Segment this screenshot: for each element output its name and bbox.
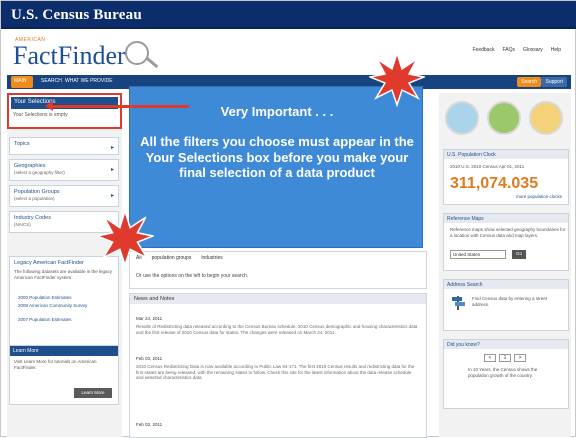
search-filter-panel: All population groups industries Or use … xyxy=(129,251,427,289)
reference-maps-title: Reference Maps xyxy=(444,214,568,223)
learn-more-button[interactable]: Learn More xyxy=(74,388,112,398)
census-bureau-brand[interactable]: U.S. Census Bureau xyxy=(11,7,142,24)
arrow-left-icon xyxy=(45,101,53,111)
pointer-arrow-line xyxy=(51,105,189,108)
legacy-factfinder-panel: Legacy American FactFinder The following… xyxy=(9,256,119,358)
factfinder-header: AMERICAN FactFinder Feedback FAQs Glossa… xyxy=(7,33,571,73)
right-sidebar: U.S. Population Clock 2010 U.S. 2010 Cen… xyxy=(439,93,571,437)
news-text-1: Results of Redistricting data released a… xyxy=(136,324,418,335)
filter-help-text: Or use the options on the left to begin … xyxy=(136,273,249,279)
carousel-prev-button[interactable]: < xyxy=(484,354,496,362)
reference-maps-panel: Reference Maps Reference maps show selec… xyxy=(443,213,569,271)
your-selections-empty: Your Selections is empty xyxy=(13,112,68,118)
legacy-title: Legacy American FactFinder xyxy=(14,260,85,266)
geographies-panel[interactable]: Geographies (select a geography filter) … xyxy=(9,159,119,181)
filter-option-population[interactable]: population groups xyxy=(152,255,192,261)
address-search-text[interactable]: Find Census data by entering a street ad… xyxy=(472,296,562,307)
your-selections-box: Your Selections Your Selections is empty xyxy=(7,93,122,129)
news-date-3: Feb 03, 2011 xyxy=(136,422,163,427)
geographies-title: Geographies xyxy=(14,163,46,169)
legacy-text: The following datasets are available in … xyxy=(14,269,113,280)
legacy-link-3[interactable]: 2007 Population Estimates xyxy=(18,317,72,322)
did-you-know-title: Did you know? xyxy=(444,340,568,349)
population-number: 311,074.035 xyxy=(450,175,539,192)
signpost-icon xyxy=(452,296,465,310)
topics-panel[interactable]: Topics ▸ xyxy=(9,137,119,155)
chevron-right-icon: ▸ xyxy=(110,193,114,199)
carousel-page-button[interactable]: 1 xyxy=(499,354,511,362)
geographies-sub: (select a geography filter) xyxy=(14,170,65,175)
sun-icon[interactable] xyxy=(529,101,563,135)
faqs-link[interactable]: FAQs xyxy=(502,47,515,53)
address-search-title: Address Search xyxy=(444,280,568,289)
globe-icon[interactable] xyxy=(445,101,479,135)
news-text-2: 2010 Census Redistricting Data is now av… xyxy=(136,364,415,380)
feedback-link[interactable]: Feedback xyxy=(472,47,494,53)
help-link[interactable]: Help xyxy=(551,47,561,53)
news-date-2: Feb 03, 2011 xyxy=(136,356,163,361)
industry-codes-title: Industry Codes xyxy=(14,215,51,221)
support-button[interactable]: Support xyxy=(541,77,567,87)
population-clock-text: 2010 U.S. 2010 Census Apr 01, 2011 xyxy=(450,164,525,169)
glossary-link[interactable]: Glossary xyxy=(523,47,543,53)
go-button[interactable]: Go xyxy=(512,250,526,259)
population-clock-panel: U.S. Population Clock 2010 U.S. 2010 Cen… xyxy=(443,149,569,205)
did-you-know-panel: Did you know? < 1 > In 10 Years, the Cen… xyxy=(443,339,569,409)
slide-frame: U.S. Census Bureau AMERICAN FactFinder F… xyxy=(0,0,576,438)
chevron-right-icon: ▸ xyxy=(110,145,114,151)
learn-more-panel: Learn More Visit Learn More for tutorial… xyxy=(9,345,119,405)
industry-codes-sub: (NAICS) xyxy=(14,222,31,227)
starburst-icon xyxy=(369,51,425,107)
legacy-link-2[interactable]: 2008 American Community Survey xyxy=(18,303,87,308)
carousel-nav: < 1 > xyxy=(484,354,526,362)
news-title: News and Notes xyxy=(130,294,426,304)
factfinder-logo[interactable]: FactFinder xyxy=(13,41,126,71)
callout-body: All the filters you choose must appear i… xyxy=(140,134,414,180)
nav-main[interactable]: MAIN xyxy=(11,76,33,88)
legacy-link-1[interactable]: 2000 Population Estimates xyxy=(18,295,72,300)
census-topbar: U.S. Census Bureau xyxy=(1,1,576,29)
carousel-next-button[interactable]: > xyxy=(514,354,526,362)
address-search-panel: Address Search Find Census data by enter… xyxy=(443,279,569,331)
utility-links: Feedback FAQs Glossary Help xyxy=(472,47,561,53)
population-groups-sub: (select a population) xyxy=(14,196,55,201)
news-and-notes-panel: News and Notes Mar 24, 2011 Results of R… xyxy=(129,293,427,438)
state-select[interactable]: United States xyxy=(450,250,506,259)
important-callout: Very Important . . . All the filters you… xyxy=(129,86,423,248)
reference-maps-text: Reference maps show selected geography b… xyxy=(450,227,566,238)
did-you-know-text: In 10 Years, the Census shows the popula… xyxy=(468,367,538,378)
magnifier-handle-icon xyxy=(145,56,159,69)
population-clock-title: U.S. Population Clock xyxy=(444,150,568,159)
filter-option-industries[interactable]: industries xyxy=(201,255,222,261)
nature-icon[interactable] xyxy=(487,101,521,135)
search-button[interactable]: Search xyxy=(517,77,541,87)
magnifier-icon xyxy=(125,41,149,65)
population-groups-title: Population Groups xyxy=(14,189,60,195)
chevron-right-icon: ▸ xyxy=(110,167,114,173)
topics-title: Topics xyxy=(14,141,30,147)
learn-more-text: Visit Learn More for tutorials on Americ… xyxy=(14,359,97,370)
nav-what-we-provide[interactable]: WHAT WE PROVIDE xyxy=(65,78,113,84)
nav-search[interactable]: SEARCH xyxy=(41,78,62,84)
population-groups-panel[interactable]: Population Groups (select a population) … xyxy=(9,185,119,207)
starburst-icon xyxy=(96,209,154,267)
population-clock-link[interactable]: more population clocks xyxy=(516,194,562,199)
news-date-1: Mar 24, 2011 xyxy=(136,316,163,321)
learn-more-title: Learn More xyxy=(10,346,118,356)
